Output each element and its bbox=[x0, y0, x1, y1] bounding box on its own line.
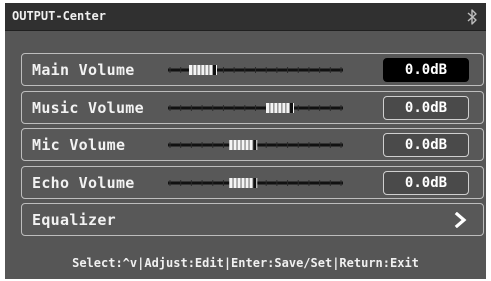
main-volume-slider[interactable] bbox=[168, 65, 343, 75]
slider-thumb bbox=[229, 140, 258, 150]
mic-volume-value[interactable]: 0.0dB bbox=[383, 133, 469, 157]
key-hint-bar: Select:^v|Adjust:Edit|Enter:Save/Set|Ret… bbox=[72, 256, 419, 270]
main-volume-row[interactable]: Main Volume 0.0dB bbox=[21, 53, 484, 86]
page-title: OUTPUT-Center bbox=[12, 9, 106, 23]
echo-volume-value[interactable]: 0.0dB bbox=[383, 171, 469, 195]
music-volume-row[interactable]: Music Volume 0.0dB bbox=[21, 91, 484, 124]
slider-thumb bbox=[189, 65, 217, 75]
equalizer-row[interactable]: Equalizer bbox=[21, 203, 484, 236]
music-volume-value[interactable]: 0.0dB bbox=[383, 96, 469, 120]
equalizer-label: Equalizer bbox=[32, 211, 116, 229]
main-volume-label: Main Volume bbox=[32, 61, 135, 79]
music-volume-label: Music Volume bbox=[32, 99, 144, 117]
mic-volume-row[interactable]: Mic Volume 0.0dB bbox=[21, 128, 484, 161]
music-volume-slider[interactable] bbox=[168, 103, 343, 113]
echo-volume-slider[interactable] bbox=[168, 178, 343, 188]
echo-volume-row[interactable]: Echo Volume 0.0dB bbox=[21, 166, 484, 199]
slider-thumb bbox=[229, 178, 258, 188]
device-screen: OUTPUT-Center Main Volume 0.0dB Music Vo… bbox=[5, 3, 486, 279]
slider-thumb bbox=[266, 103, 294, 113]
mic-volume-label: Mic Volume bbox=[32, 136, 126, 154]
main-volume-value[interactable]: 0.0dB bbox=[383, 58, 469, 82]
echo-volume-label: Echo Volume bbox=[32, 174, 135, 192]
title-bar: OUTPUT-Center bbox=[5, 3, 486, 31]
mic-volume-slider[interactable] bbox=[168, 140, 343, 150]
bluetooth-icon bbox=[466, 8, 478, 26]
chevron-right-icon[interactable] bbox=[454, 211, 468, 229]
